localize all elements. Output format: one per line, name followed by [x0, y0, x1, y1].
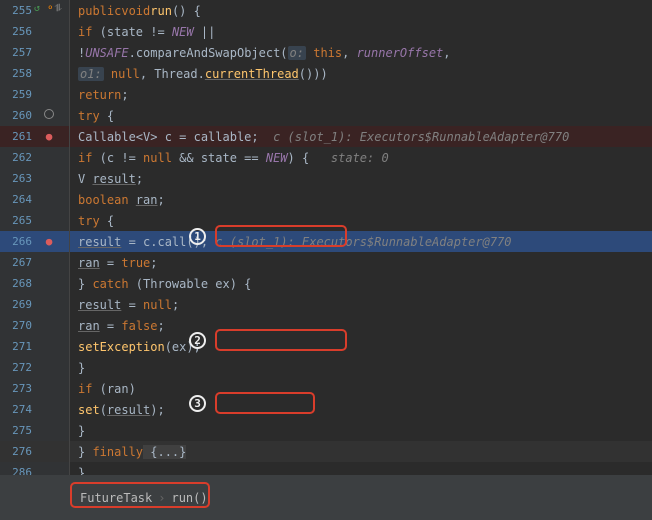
code-line: } catch (Throwable ex) { [70, 273, 652, 294]
breakpoint-icon[interactable]: ● [32, 130, 66, 143]
code-line: public void run() { [70, 0, 652, 21]
code-line: ran = false; [70, 315, 652, 336]
chevron-right-icon: › [158, 491, 165, 505]
code-line: set(result); [70, 399, 652, 420]
code-line: if (ran) [70, 378, 652, 399]
annotation-number-1: 1 [189, 228, 206, 245]
code-line: setException(ex); [70, 336, 652, 357]
code-line: !UNSAFE.compareAndSwapObject(o: this, ru… [70, 42, 652, 63]
code-editor[interactable]: ↺ ⚬⥮ 255 256 257 258 259 260 261● 262 26… [0, 0, 652, 475]
code-line: Callable<V> c = callable; c (slot_1): Ex… [70, 126, 652, 147]
breadcrumb-bar[interactable]: FutureTask › run() [0, 475, 652, 520]
code-line: result = null; [70, 294, 652, 315]
code-line: } [70, 420, 652, 441]
code-line: try { [70, 105, 652, 126]
code-line: ran = true; [70, 252, 652, 273]
breadcrumb-method[interactable]: run() [171, 491, 207, 505]
annotation-number-3: 3 [189, 395, 206, 412]
code-line: } [70, 357, 652, 378]
code-line: return; [70, 84, 652, 105]
breadcrumb-class[interactable]: FutureTask [80, 491, 152, 505]
code-line: V result; [70, 168, 652, 189]
code-line: try { [70, 210, 652, 231]
code-line: if (state != NEW || [70, 21, 652, 42]
code-line: if (c != null && state == NEW) { state: … [70, 147, 652, 168]
gutter: ↺ ⚬⥮ 255 256 257 258 259 260 261● 262 26… [0, 0, 70, 475]
gutter-top-icons: ↺ ⚬⥮ [34, 3, 62, 14]
disabled-breakpoint-icon[interactable] [32, 109, 66, 122]
annotation-number-2: 2 [189, 332, 206, 349]
code-line: boolean ran; [70, 189, 652, 210]
code-line: } finally {...} [70, 441, 652, 462]
code-area[interactable]: public void run() { if (state != NEW || … [70, 0, 652, 475]
code-line: o1: null, Thread.currentThread())) [70, 63, 652, 84]
code-line-execution: result = c.call(); c (slot_1): Executors… [70, 231, 652, 252]
breakpoint-active-icon[interactable]: ● [32, 235, 66, 248]
